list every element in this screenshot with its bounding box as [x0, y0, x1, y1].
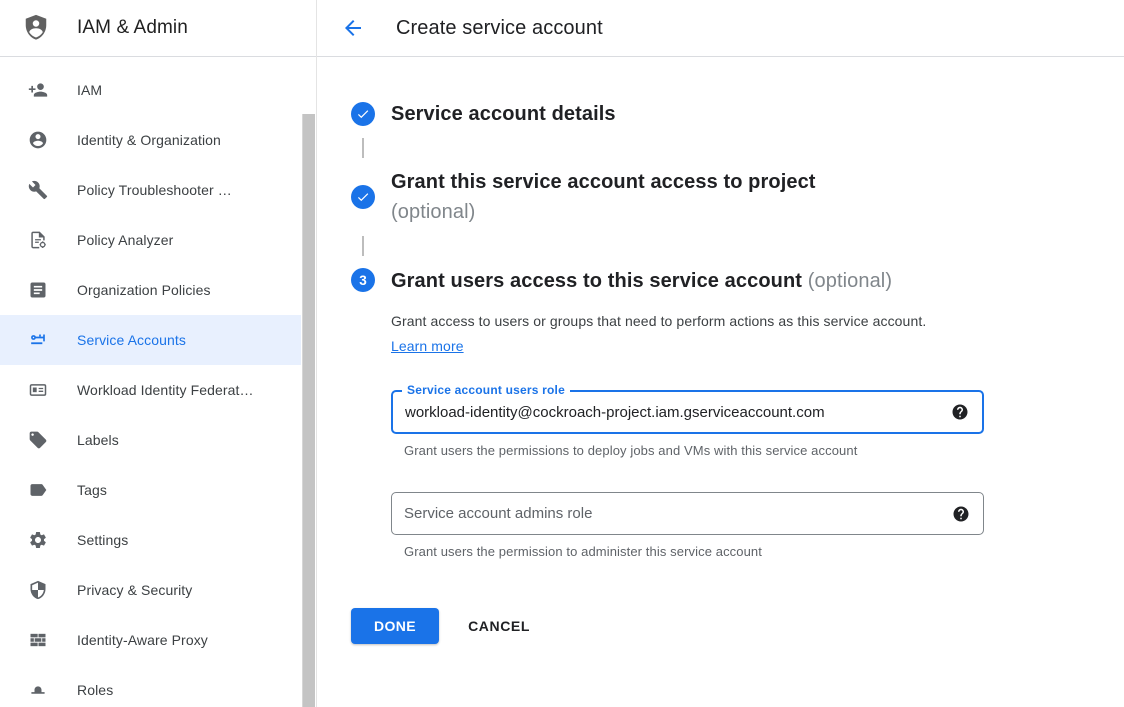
step-3-number-badge: 3: [351, 268, 375, 292]
app-title: IAM & Admin: [77, 17, 188, 39]
sidebar-item-label: Policy Troubleshooter …: [77, 182, 232, 198]
step-2-title: Grant this service account access to pro…: [391, 167, 816, 227]
help-icon[interactable]: [951, 403, 969, 421]
gear-icon: [28, 530, 48, 550]
learn-more-link[interactable]: Learn more: [391, 338, 464, 354]
sidebar-item-organization-policies[interactable]: Organization Policies: [0, 265, 301, 315]
step-3-title-text: Grant users access to this service accou…: [391, 270, 802, 292]
sidebar-nav: IAM Identity & Organization Policy Troub…: [0, 57, 316, 707]
sidebar-item-privacy-security[interactable]: Privacy & Security: [0, 565, 301, 615]
label-arrow-icon: [28, 480, 48, 500]
app-window: IAM & Admin IAM Identity & Organization: [0, 0, 1124, 707]
shield-half-icon: [28, 580, 48, 600]
step-1-check-icon: [351, 102, 375, 126]
sidebar-item-tags[interactable]: Tags: [0, 465, 301, 515]
sidebar-item-workload-identity-federation[interactable]: Workload Identity Federat…: [0, 365, 301, 415]
sidebar-item-policy-troubleshooter[interactable]: Policy Troubleshooter …: [0, 165, 301, 215]
step-3-optional-label: (optional): [808, 270, 892, 292]
sidebar-item-label: Service Accounts: [77, 332, 186, 348]
users-role-field: Service account users role: [391, 390, 984, 434]
sidebar-item-roles[interactable]: Roles: [0, 665, 301, 707]
step-3-section: 3 Grant users access to this service acc…: [351, 268, 1084, 559]
sidebar-item-labels[interactable]: Labels: [0, 415, 301, 465]
page-header: Create service account: [317, 0, 1124, 57]
users-role-helper-text: Grant users the permissions to deploy jo…: [404, 443, 984, 458]
sidebar-item-label: Policy Analyzer: [77, 232, 173, 248]
sidebar-item-label: Workload Identity Federat…: [77, 382, 254, 398]
wrench-icon: [28, 180, 48, 200]
sidebar-scrollbar[interactable]: [302, 114, 315, 707]
sidebar-item-identity-organization[interactable]: Identity & Organization: [0, 115, 301, 165]
step-3-description: Grant access to users or groups that nee…: [391, 309, 953, 359]
step-3-description-text: Grant access to users or groups that nee…: [391, 313, 926, 329]
create-service-account-form: Service account details Grant this servi…: [317, 57, 1124, 644]
sidebar-header: IAM & Admin: [0, 0, 316, 57]
cancel-button[interactable]: CANCEL: [468, 608, 530, 644]
sidebar-item-label: Identity-Aware Proxy: [77, 632, 208, 648]
article-icon: [28, 280, 48, 300]
step-2-check-icon: [351, 185, 375, 209]
help-icon[interactable]: [952, 505, 970, 523]
admins-role-helper-text: Grant users the permission to administer…: [404, 544, 984, 559]
sidebar-item-label: Settings: [77, 532, 128, 548]
main-panel: Create service account Service account d…: [317, 0, 1124, 707]
step-2-optional-label: (optional): [391, 197, 816, 227]
service-account-key-icon: [28, 330, 48, 350]
step-1-title: Service account details: [391, 99, 616, 129]
sidebar-item-label: Roles: [77, 682, 113, 698]
users-role-field-label: Service account users role: [402, 383, 570, 397]
step-2-header[interactable]: Grant this service account access to pro…: [351, 167, 1084, 227]
step-connector: [362, 236, 364, 256]
done-button[interactable]: DONE: [351, 608, 439, 644]
sidebar-item-label: Identity & Organization: [77, 132, 221, 148]
sidebar-item-label: Tags: [77, 482, 107, 498]
sidebar-item-label: Organization Policies: [77, 282, 211, 298]
step-1-header[interactable]: Service account details: [351, 99, 1084, 129]
sidebar-item-service-accounts[interactable]: Service Accounts: [0, 315, 301, 365]
id-card-icon: [28, 380, 48, 400]
sidebar-item-settings[interactable]: Settings: [0, 515, 301, 565]
person-circle-icon: [28, 130, 48, 150]
sidebar-item-iam[interactable]: IAM: [0, 65, 301, 115]
admins-role-field: [391, 492, 984, 535]
policy-analyzer-icon: [28, 230, 48, 250]
sidebar-item-label: IAM: [77, 82, 102, 98]
hat-icon: [28, 680, 48, 700]
form-actions: DONE CANCEL: [351, 608, 1084, 644]
sidebar-item-policy-analyzer[interactable]: Policy Analyzer: [0, 215, 301, 265]
sidebar-item-identity-aware-proxy[interactable]: Identity-Aware Proxy: [0, 615, 301, 665]
page-title: Create service account: [396, 17, 603, 40]
tag-icon: [28, 430, 48, 450]
back-arrow-button[interactable]: [341, 16, 365, 40]
admins-role-input[interactable]: [392, 493, 952, 534]
step-2-title-text: Grant this service account access to pro…: [391, 167, 816, 197]
proxy-bricks-icon: [28, 630, 48, 650]
users-role-input[interactable]: [393, 392, 951, 432]
step-connector: [362, 138, 364, 158]
step-3-title[interactable]: Grant users access to this service accou…: [391, 268, 984, 294]
sidebar-item-label: Labels: [77, 432, 119, 448]
step-3-number: 3: [359, 273, 367, 288]
sidebar: IAM & Admin IAM Identity & Organization: [0, 0, 317, 707]
person-add-icon: [28, 80, 48, 100]
sidebar-item-label: Privacy & Security: [77, 582, 192, 598]
iam-shield-logo-icon: [21, 13, 51, 43]
